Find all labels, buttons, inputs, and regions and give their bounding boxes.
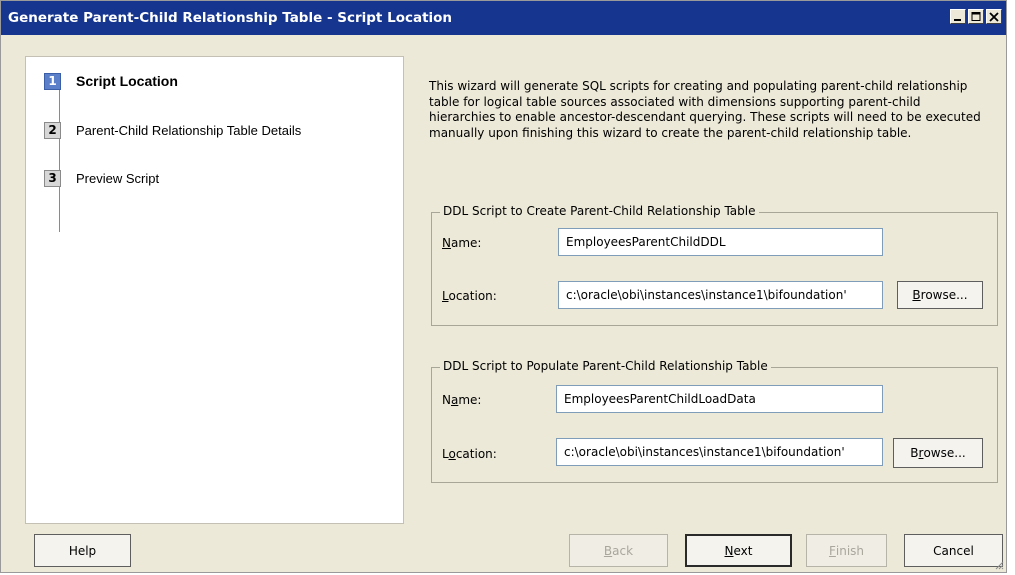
- name-label: Name:: [442, 236, 482, 250]
- step-preview-script[interactable]: 3 Preview Script: [44, 164, 159, 192]
- maximize-icon[interactable]: [968, 9, 984, 24]
- cancel-button[interactable]: Cancel: [904, 534, 1003, 567]
- populate-script-group: DDL Script to Populate Parent-Child Rela…: [431, 359, 998, 483]
- populate-browse-button[interactable]: Br owse...: [893, 438, 983, 468]
- populate-name-input[interactable]: EmployeesParentChildLoadData: [556, 385, 883, 413]
- create-location-input[interactable]: c:\oracle\obi\instances\instance1\bifoun…: [558, 281, 883, 309]
- resize-grip-icon[interactable]: [994, 560, 1004, 570]
- window-controls: [950, 9, 1002, 24]
- step-label: Preview Script: [76, 170, 160, 186]
- step-relationship-table-details[interactable]: 2 Parent-Child Relationship Table Detail…: [44, 116, 301, 144]
- next-button[interactable]: Next: [685, 534, 792, 567]
- close-icon[interactable]: [986, 9, 1002, 24]
- group-legend: DDL Script to Populate Parent-Child Rela…: [440, 359, 771, 373]
- intro-text: This wizard will generate SQL scripts fo…: [429, 79, 981, 140]
- step-label: Parent-Child Relationship Table Details: [76, 122, 302, 138]
- location-label: Location:: [442, 447, 497, 461]
- step-label: Script Location: [76, 73, 178, 89]
- step-script-location[interactable]: 1 Script Location: [44, 67, 178, 95]
- name-label: Name:: [442, 393, 482, 407]
- step-number: 3: [44, 169, 61, 187]
- wizard-steps-panel: 1 Script Location 2 Parent-Child Relatio…: [25, 56, 404, 524]
- populate-location-input[interactable]: c:\oracle\obi\instances\instance1\bifoun…: [556, 438, 883, 466]
- title-bar[interactable]: Generate Parent-Child Relationship Table…: [1, 1, 1006, 35]
- step-number: 1: [44, 72, 61, 90]
- window-title: Generate Parent-Child Relationship Table…: [8, 10, 453, 26]
- minimize-icon[interactable]: [950, 9, 966, 24]
- create-browse-button[interactable]: Browse...: [897, 281, 983, 309]
- create-name-input[interactable]: EmployeesParentChildDDL: [558, 228, 883, 256]
- group-legend: DDL Script to Create Parent-Child Relati…: [440, 204, 759, 218]
- finish-button[interactable]: Finish: [806, 534, 887, 567]
- back-button[interactable]: Back: [569, 534, 668, 567]
- step-number: 2: [44, 121, 61, 139]
- create-script-group: DDL Script to Create Parent-Child Relati…: [431, 204, 998, 326]
- location-label: Location:: [442, 289, 497, 303]
- wizard-window: Generate Parent-Child Relationship Table…: [0, 0, 1007, 573]
- help-button[interactable]: Help: [34, 534, 131, 567]
- steps-connector: [59, 77, 60, 232]
